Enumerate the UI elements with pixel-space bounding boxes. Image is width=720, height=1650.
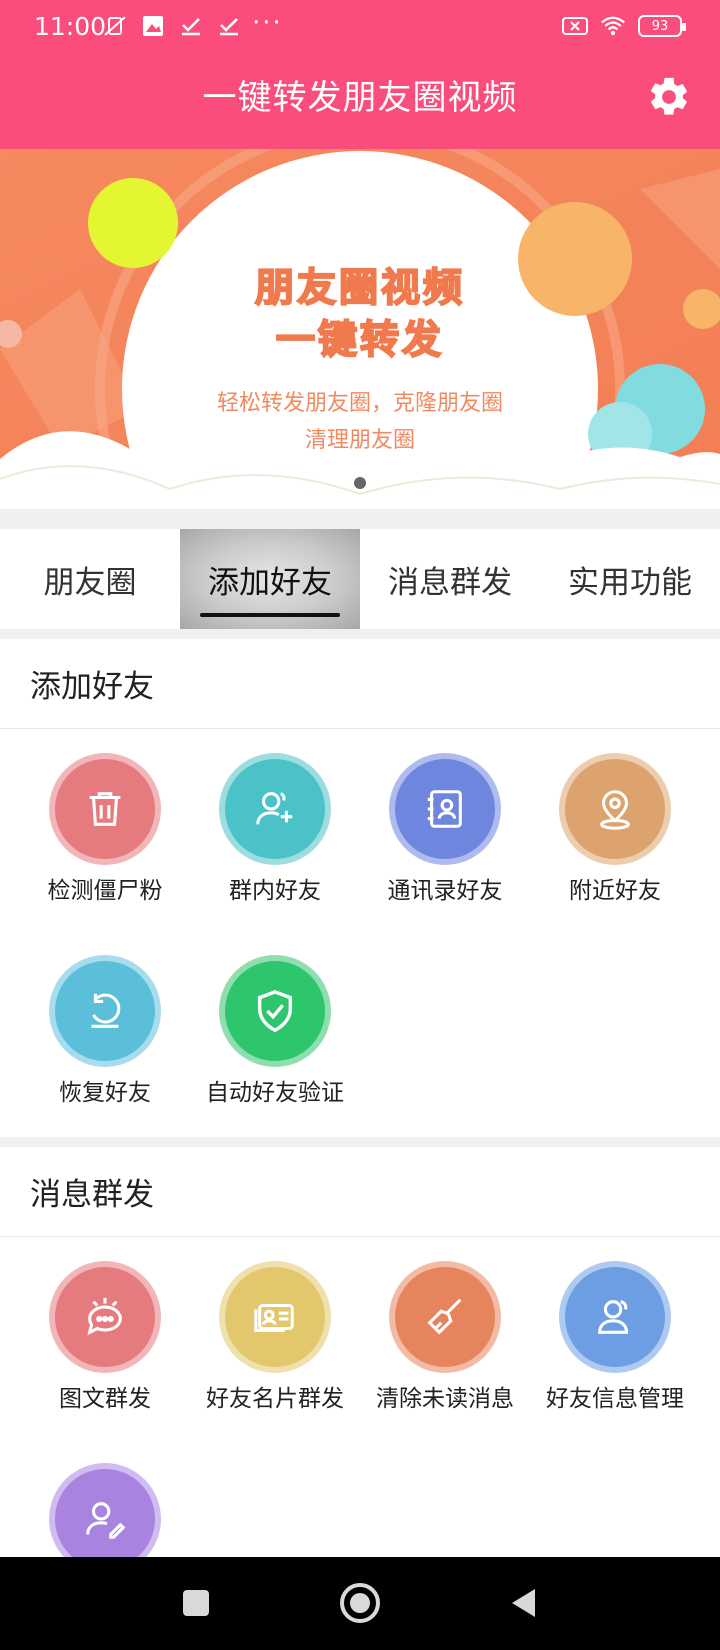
tab-label: 实用功能 xyxy=(568,564,692,601)
more-notifications: ··· xyxy=(252,8,283,38)
system-icons: 93 xyxy=(562,14,686,38)
recent-apps-button[interactable] xyxy=(168,1575,224,1631)
restore-icon xyxy=(55,961,155,1061)
promo-banner[interactable]: 朋友圈视频 一键转发 轻松转发朋友圈，克隆朋友圈 清理朋友圈 xyxy=(0,149,720,509)
tab-add-friends[interactable]: 添加好友 xyxy=(180,529,360,629)
download-check-icon xyxy=(216,14,242,38)
feature-label: 检测僵尸粉 xyxy=(47,878,163,904)
banner-title-line2: 一键转发 xyxy=(275,317,444,364)
gear-icon xyxy=(651,77,687,115)
feature-label: 清除未读消息 xyxy=(376,1386,514,1412)
feature-nearby-friends[interactable]: 附近好友 xyxy=(530,759,700,905)
tab-utilities[interactable]: 实用功能 xyxy=(540,529,720,629)
feature-card-broadcast[interactable]: 好友名片群发 xyxy=(190,1267,360,1413)
top-bar: 11:00 ··· 93 一键转发朋友圈视频 xyxy=(0,0,720,149)
tab-label: 添加好友 xyxy=(208,564,332,601)
battery-level: 93 xyxy=(651,18,669,34)
status-time: 11:00 xyxy=(34,12,107,41)
settings-button[interactable] xyxy=(646,74,692,120)
feature-group-friends[interactable]: 群内好友 xyxy=(190,759,360,905)
page-title: 一键转发朋友圈视频 xyxy=(202,78,518,118)
banner-subtitle-line2: 清理朋友圈 xyxy=(304,428,415,453)
feature-auto-friend-verify[interactable]: 自动好友验证 xyxy=(190,961,360,1107)
circle-icon xyxy=(340,1583,380,1623)
feature-detect-zombie-fans[interactable]: 检测僵尸粉 xyxy=(20,759,190,905)
section-mass-message: 消息群发 图文群发 好友名片群发 清除未读消息 好友信息管理 xyxy=(0,1147,720,1569)
system-nav-bar xyxy=(0,1557,720,1650)
feature-label: 附近好友 xyxy=(569,878,661,904)
wifi-icon xyxy=(600,14,626,38)
home-button[interactable] xyxy=(332,1575,388,1631)
sim-off-icon xyxy=(562,14,588,38)
chat-bubble-icon xyxy=(55,1267,155,1367)
tab-mass-message[interactable]: 消息群发 xyxy=(360,529,540,629)
tab-label: 消息群发 xyxy=(388,564,512,601)
section-title: 消息群发 xyxy=(0,1147,720,1237)
square-icon xyxy=(183,1590,209,1616)
feature-label: 好友信息管理 xyxy=(546,1386,684,1412)
feature-image-text-broadcast[interactable]: 图文群发 xyxy=(20,1267,190,1413)
tab-active-indicator xyxy=(200,613,340,617)
feature-label: 群内好友 xyxy=(229,878,321,904)
feature-label: 好友名片群发 xyxy=(206,1386,344,1412)
feature-label: 图文群发 xyxy=(59,1386,151,1412)
banner-subtitle-line1: 轻松转发朋友圈，克隆朋友圈 xyxy=(216,391,503,416)
tab-moments[interactable]: 朋友圈 xyxy=(0,529,180,629)
tab-label: 朋友圈 xyxy=(43,564,137,601)
notification-icons xyxy=(102,14,242,38)
user-edit-icon xyxy=(55,1469,155,1569)
location-pin-icon xyxy=(565,759,665,859)
feature-restore-friends[interactable]: 恢复好友 xyxy=(20,961,190,1107)
feature-label: 通讯录好友 xyxy=(387,878,503,904)
pager-dot xyxy=(354,477,366,489)
add-user-icon xyxy=(225,759,325,859)
app-root: 11:00 ··· 93 一键转发朋友圈视频 朋友圈视频 一键转发 轻松转发朋友… xyxy=(0,0,720,1650)
business-card-icon xyxy=(225,1267,325,1367)
image-notification-icon xyxy=(140,14,166,38)
shield-check-icon xyxy=(225,961,325,1061)
user-info-icon xyxy=(565,1267,665,1367)
section-title: 添加好友 xyxy=(0,639,720,729)
feature-clear-unread[interactable]: 清除未读消息 xyxy=(360,1267,530,1413)
status-bar: 11:00 ··· 93 xyxy=(0,0,720,54)
broom-icon xyxy=(395,1267,495,1367)
feature-label: 恢复好友 xyxy=(59,1080,151,1106)
banner-pager xyxy=(0,477,720,489)
trash-icon xyxy=(55,759,155,859)
back-button[interactable] xyxy=(496,1575,552,1631)
feature-label: 自动好友验证 xyxy=(206,1080,344,1106)
feature-friend-info-manage[interactable]: 好友信息管理 xyxy=(530,1267,700,1413)
contacts-book-icon xyxy=(395,759,495,859)
battery-icon: 93 xyxy=(638,15,686,37)
feature-contacts-friends[interactable]: 通讯录好友 xyxy=(360,759,530,905)
back-triangle-icon xyxy=(512,1589,535,1617)
section-add-friends: 添加好友 检测僵尸粉 群内好友 通讯录好友 附近好友 恢复好友 自动好友验证 xyxy=(0,639,720,1137)
download-check-icon xyxy=(178,14,204,38)
banner-title-line1: 朋友圈视频 xyxy=(254,265,465,312)
category-tabs: 朋友圈 添加好友 消息群发 实用功能 xyxy=(0,529,720,629)
vibrate-off-icon xyxy=(102,14,128,38)
